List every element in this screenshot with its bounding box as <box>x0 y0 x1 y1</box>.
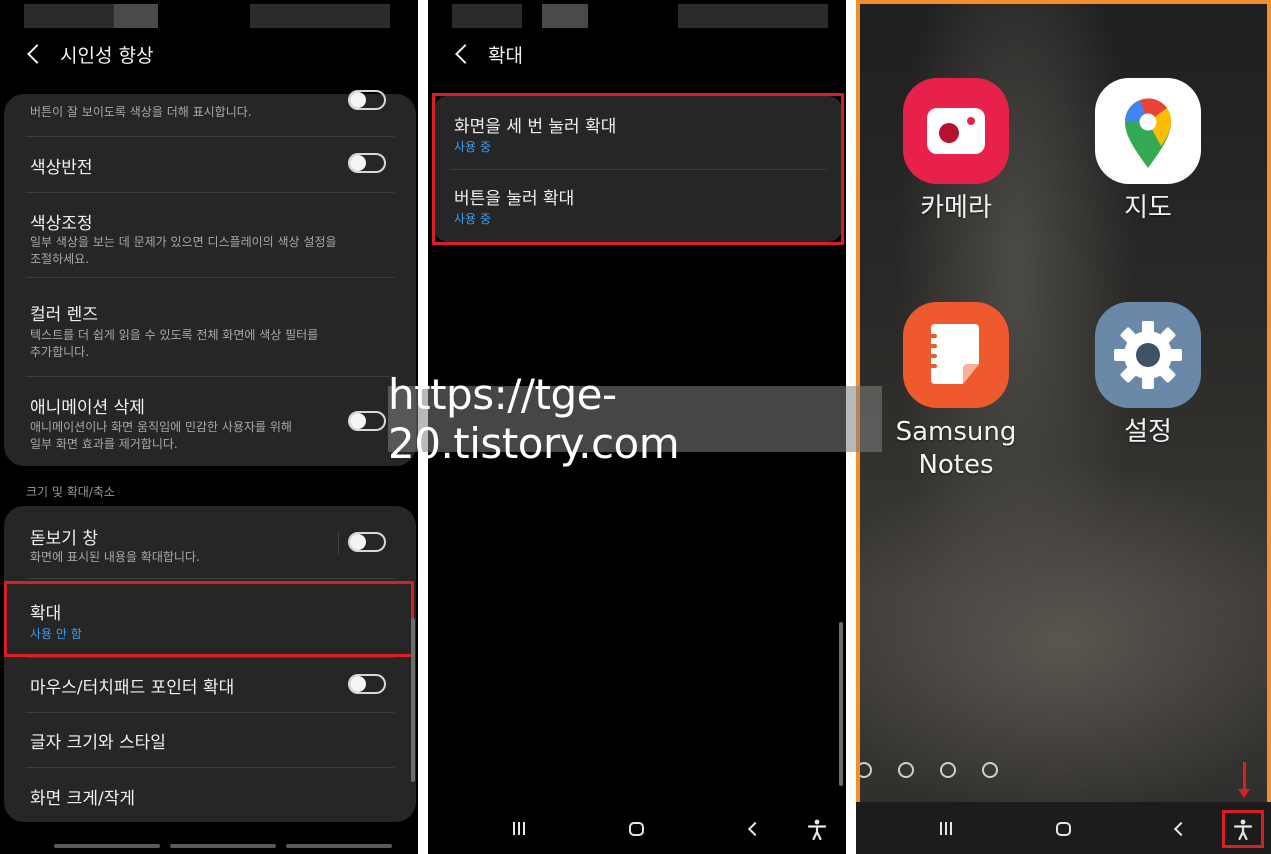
row-subtitle: 일부 색상을 보는 데 문제가 있으면 디스플레이의 색상 설정을 조절하세요. <box>30 235 337 266</box>
settings-row-color-lens[interactable]: 컬러 렌즈 텍스트를 더 쉽게 읽을 수 있도록 전체 화면에 색상 필터를 추… <box>4 278 416 376</box>
status-bar-blurred-mid <box>542 4 588 28</box>
row-title: 화면 크게/작게 <box>30 789 135 809</box>
phone-screen-visibility-settings: 시인성 향상 버튼이 잘 보이도록 색상을 더해 표시합니다. 색상반전 색상조… <box>0 0 418 854</box>
row-title: 컬러 렌즈 <box>30 305 98 325</box>
page-title: 시인성 향상 <box>60 44 154 67</box>
highlight-box-home-screen <box>856 0 1271 806</box>
row-title: 색상조정 <box>30 214 93 234</box>
app-header: 시인성 향상 <box>0 38 418 70</box>
settings-row-pointer-magnify[interactable]: 마우스/터치패드 포인터 확대 <box>4 658 416 712</box>
phone-home-screen: 카메라 지도 Samsung Notes 설정 <box>856 0 1271 854</box>
accessibility-icon[interactable] <box>806 818 828 842</box>
toggle-knob <box>350 92 366 108</box>
settings-card-visibility: 버튼이 잘 보이도록 색상을 더해 표시합니다. 색상반전 색상조정 일부 색상… <box>4 90 416 466</box>
scrollbar[interactable] <box>839 622 843 786</box>
row-title: 글자 크기와 스타일 <box>30 733 166 753</box>
status-bar-blurred-right <box>250 4 390 28</box>
remove-animations-toggle[interactable] <box>348 411 386 431</box>
magnifier-window-toggle[interactable] <box>348 532 386 552</box>
red-arrow-pointer <box>1238 762 1250 798</box>
settings-card-size-zoom: 돋보기 창 화면에 표시된 내용을 확대합니다. 확대 사용 안 함 마우스/터… <box>4 506 416 822</box>
settings-row-remove-animations[interactable]: 애니메이션 삭제 애니메이션이나 화면 움직임에 민감한 사용자를 위해 일부 … <box>4 377 416 466</box>
app-header: 확대 <box>428 38 846 70</box>
gesture-hint <box>54 844 160 848</box>
row-title: 마우스/터치패드 포인터 확대 <box>30 678 235 698</box>
gesture-hint <box>286 844 392 848</box>
settings-row-font-size-style[interactable]: 글자 크기와 스타일 <box>4 713 416 767</box>
row-subtitle: 화면에 표시된 내용을 확대합니다. <box>30 550 200 564</box>
pointer-magnify-toggle[interactable] <box>348 674 386 694</box>
back-arrow-icon[interactable] <box>455 44 475 64</box>
toggle-switch[interactable] <box>348 90 386 110</box>
settings-row-screen-zoom[interactable]: 화면 크게/작게 <box>4 768 416 822</box>
settings-row-color-inversion[interactable]: 색상반전 <box>4 137 416 192</box>
highlight-box-accessibility-button <box>1222 810 1264 848</box>
status-bar-blurred-left <box>24 4 114 28</box>
row-title: 색상반전 <box>30 158 93 178</box>
watermark: https://tge-20.tistory.com <box>388 370 882 468</box>
settings-row-color-adjustment[interactable]: 색상조정 일부 색상을 보는 데 문제가 있으면 디스플레이의 색상 설정을 조… <box>4 193 416 277</box>
home-icon[interactable] <box>629 822 644 836</box>
nav-back-icon[interactable] <box>1173 821 1189 837</box>
status-bar <box>428 4 846 28</box>
row-title: 애니메이션 삭제 <box>30 398 145 418</box>
toggle-knob <box>350 413 366 429</box>
highlight-box-magnification <box>4 581 414 657</box>
back-arrow-icon[interactable] <box>27 44 47 64</box>
recent-apps-icon[interactable] <box>513 822 525 835</box>
home-icon[interactable] <box>1056 822 1071 836</box>
status-bar <box>0 4 418 28</box>
color-inversion-toggle[interactable] <box>348 153 386 173</box>
recent-apps-icon[interactable] <box>940 822 952 835</box>
row-subtitle: 버튼이 잘 보이도록 색상을 더해 표시합니다. <box>30 105 252 119</box>
nav-back-icon[interactable] <box>747 821 763 837</box>
navigation-bar <box>856 802 1271 854</box>
row-title: 돋보기 창 <box>30 529 98 549</box>
toggle-knob <box>350 676 366 692</box>
settings-row-magnifier-window[interactable]: 돋보기 창 화면에 표시된 내용을 확대합니다. <box>4 506 416 578</box>
status-bar-blurred-left <box>452 4 522 28</box>
toggle-knob <box>350 155 366 171</box>
row-subtitle: 애니메이션이나 화면 움직임에 민감한 사용자를 위해 일부 화면 효과를 제거… <box>30 420 292 451</box>
gesture-hint <box>170 844 276 848</box>
scrollbar[interactable] <box>411 618 415 782</box>
row-subtitle: 텍스트를 더 쉽게 읽을 수 있도록 전체 화면에 색상 필터를 추가합니다. <box>30 328 319 359</box>
navigation-bar <box>428 802 846 854</box>
section-label-size-zoom: 크기 및 확대/축소 <box>26 485 115 499</box>
highlight-box-magnification-options <box>432 93 844 245</box>
page-title: 확대 <box>488 44 523 67</box>
toggle-knob <box>350 534 366 550</box>
settings-row-partial[interactable]: 버튼이 잘 보이도록 색상을 더해 표시합니다. <box>4 90 416 140</box>
status-bar-blurred-mid <box>114 4 158 28</box>
toggle-separator <box>338 532 339 554</box>
status-bar-blurred-right <box>678 4 828 28</box>
